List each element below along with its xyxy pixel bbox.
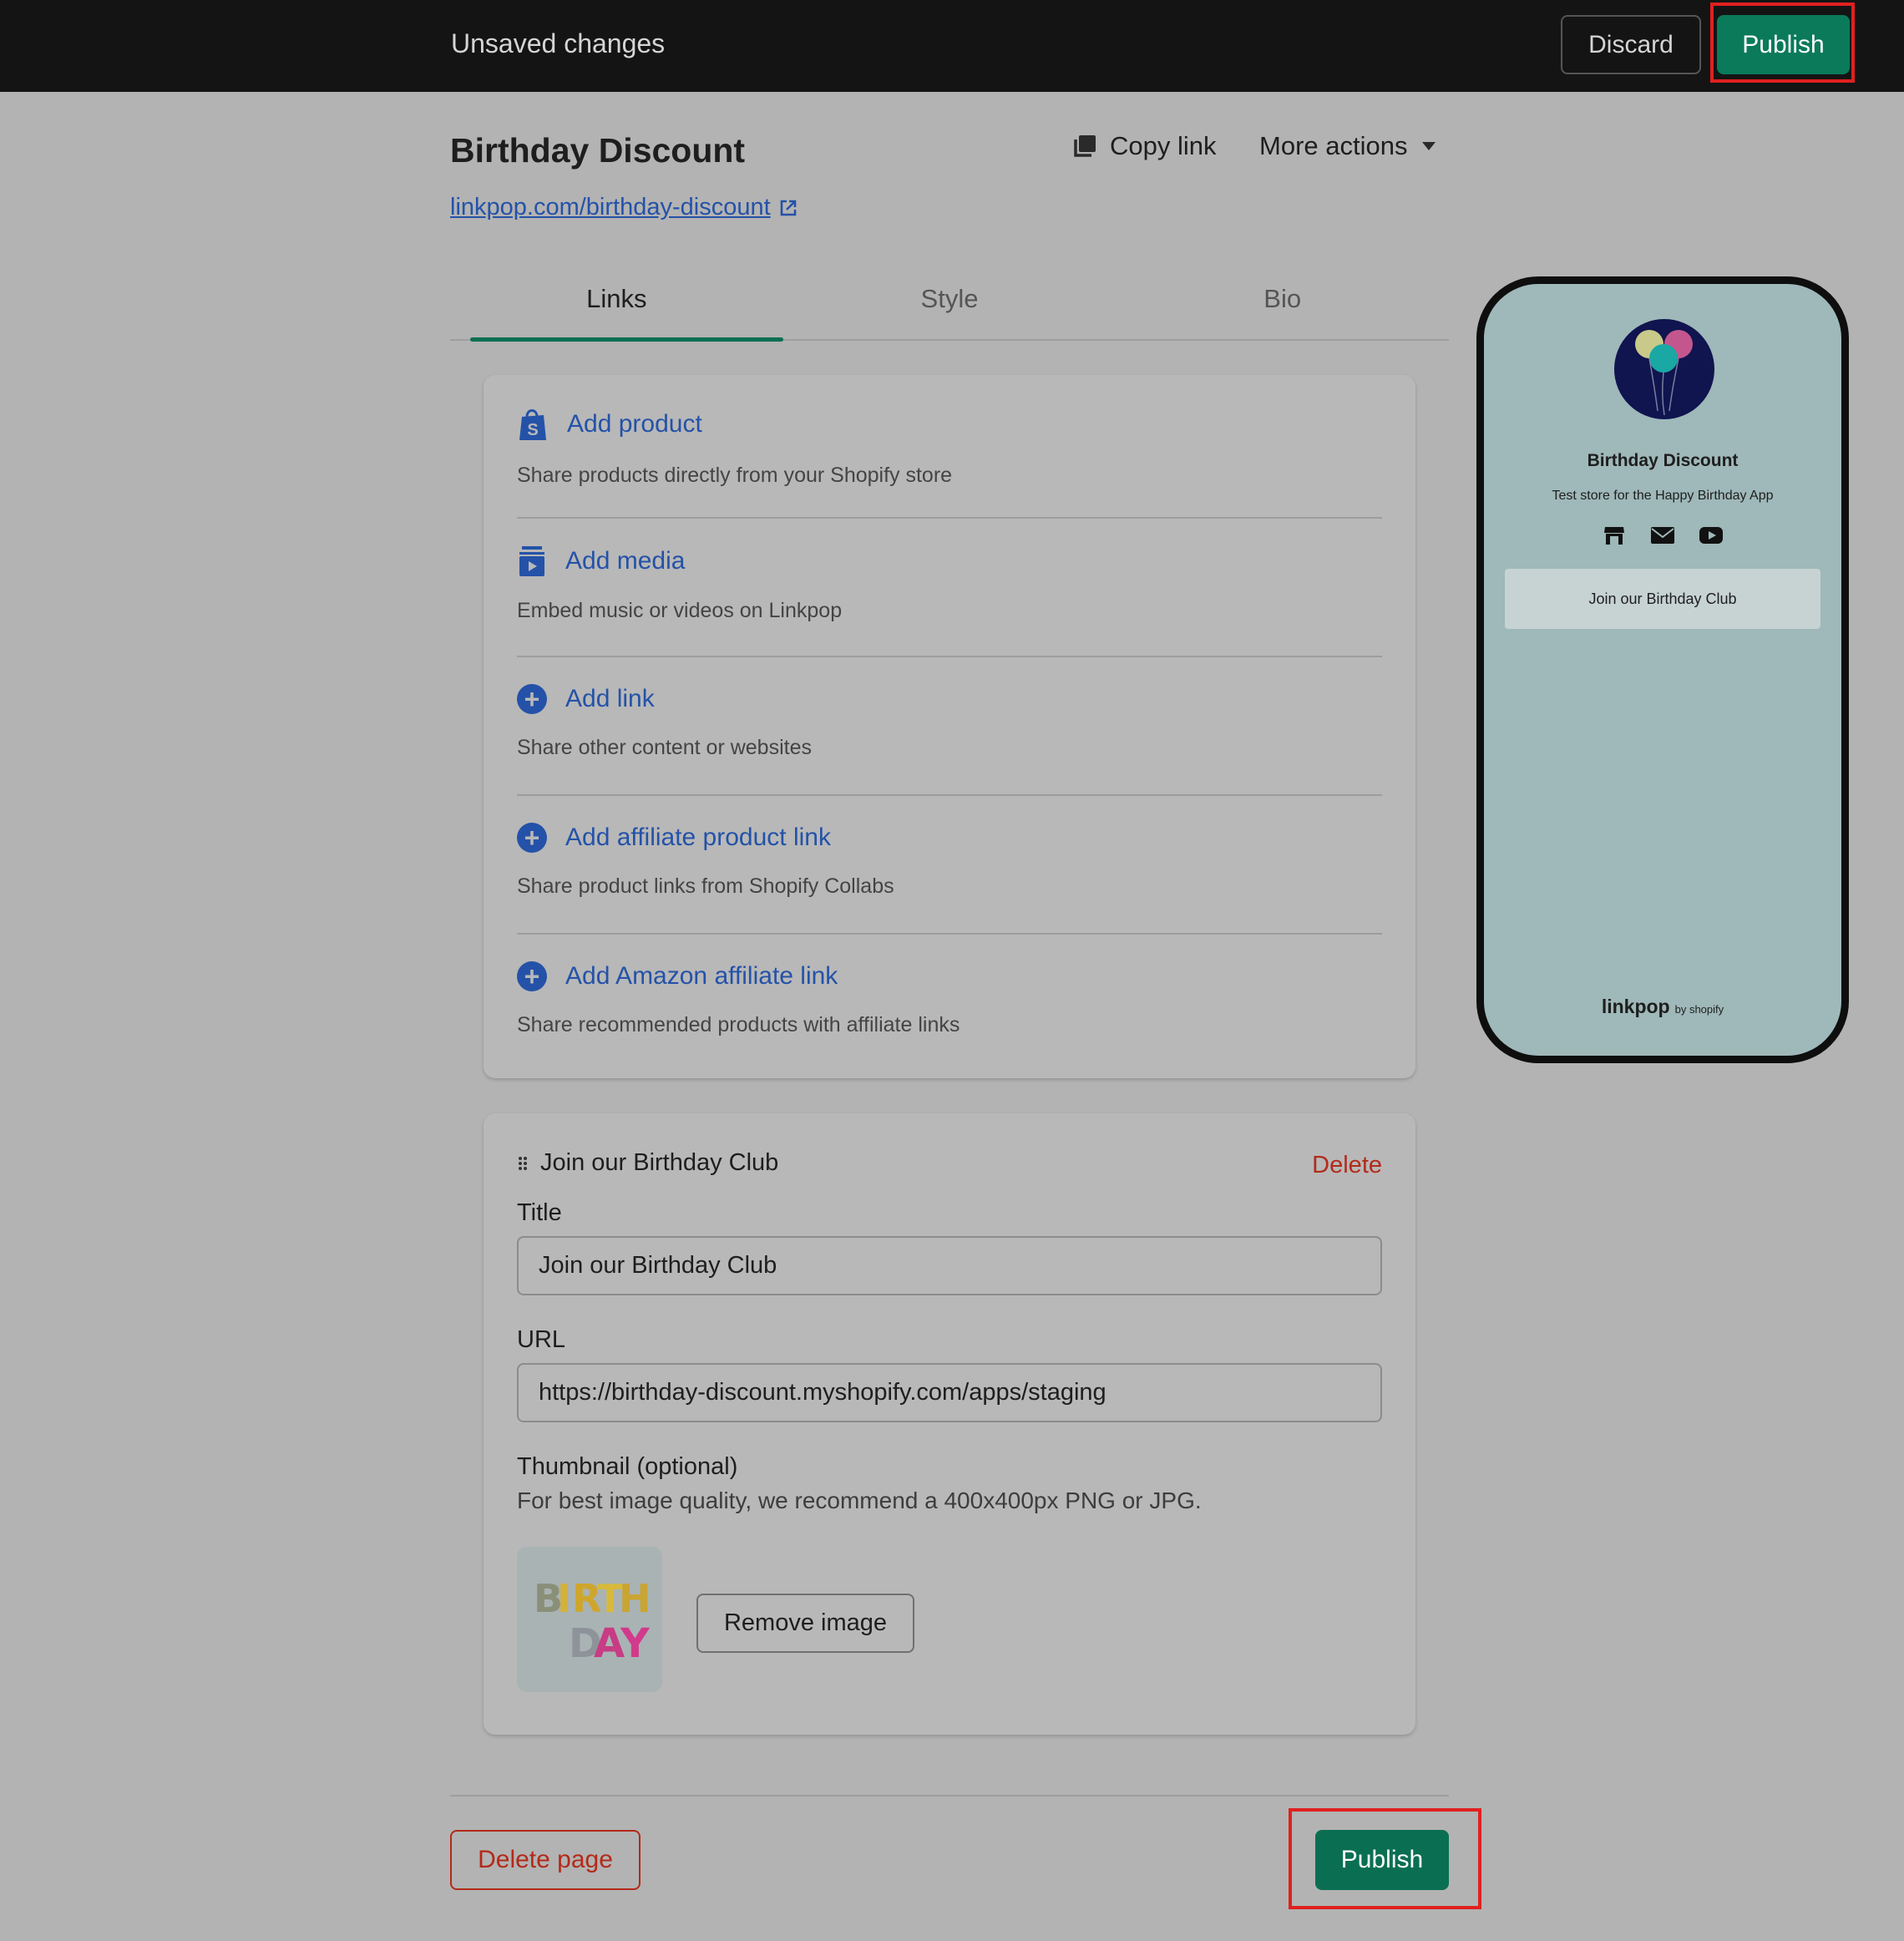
top-bar: Unsaved changes Discard Publish [0, 0, 1904, 92]
add-link-title: Add link [565, 685, 655, 712]
divider [517, 794, 1382, 796]
add-affiliate-item[interactable]: + Add affiliate product link Share produ… [517, 823, 1382, 899]
by-shopify-label: by shopify [1674, 1003, 1724, 1016]
svg-text:Y: Y [620, 1620, 651, 1665]
url-input[interactable]: https://birthday-discount.myshopify.com/… [517, 1363, 1382, 1422]
tab-links[interactable]: Links [450, 276, 783, 342]
preview-brand: linkpop by shopify [1484, 996, 1841, 1018]
add-content-card: S Add product Share products directly fr… [484, 375, 1415, 1078]
linkpop-logo: linkpop [1601, 996, 1670, 1017]
divider [517, 933, 1382, 935]
balloons-avatar-image [1635, 330, 1693, 416]
add-amazon-item[interactable]: + Add Amazon affiliate link Share recomm… [517, 961, 1382, 1037]
title-input[interactable]: Join our Birthday Club [517, 1236, 1382, 1295]
caret-down-icon [1422, 142, 1436, 150]
store-icon[interactable] [1602, 525, 1627, 546]
link-editor-card: Join our Birthday Club Delete Title Join… [484, 1113, 1415, 1735]
shopify-bag-icon: S [519, 409, 546, 440]
preview-name: Birthday Discount [1587, 451, 1739, 470]
tab-style[interactable]: Style [783, 276, 1117, 339]
tab-bio[interactable]: Bio [1116, 276, 1449, 339]
more-actions-label: More actions [1259, 131, 1408, 160]
svg-text:H: H [619, 1576, 651, 1621]
preview-link-button[interactable]: Join our Birthday Club [1505, 569, 1820, 629]
page-url-text: linkpop.com/birthday-discount [450, 194, 771, 220]
url-label: URL [517, 1326, 566, 1353]
title-label: Title [517, 1199, 562, 1226]
page-url-link[interactable]: linkpop.com/birthday-discount [450, 194, 798, 221]
unsaved-changes-title: Unsaved changes [451, 28, 666, 58]
divider [517, 517, 1382, 519]
publish-button-top[interactable]: Publish [1717, 15, 1850, 74]
footer-divider [450, 1795, 1449, 1797]
thumbnail-label: Thumbnail (optional) [517, 1453, 738, 1480]
page-title: Birthday Discount [450, 131, 746, 170]
svg-text:S: S [527, 421, 538, 439]
preview-socials [1484, 525, 1841, 546]
copy-link-button[interactable]: Copy link [1071, 131, 1217, 161]
discard-button[interactable]: Discard [1561, 15, 1701, 74]
add-product-desc: Share products directly from your Shopif… [517, 464, 953, 487]
divider [517, 656, 1382, 657]
add-media-desc: Embed music or videos on Linkpop [517, 599, 843, 622]
add-media-title: Add media [565, 547, 686, 575]
svg-text:I: I [557, 1576, 571, 1621]
remove-image-button[interactable]: Remove image [696, 1594, 914, 1653]
plus-circle-icon: + [517, 684, 547, 714]
phone-preview: Birthday Discount Test store for the Hap… [1476, 276, 1849, 1063]
birthday-balloon-letters-image: B I R T H D A Y [534, 1576, 651, 1665]
youtube-icon[interactable] [1699, 525, 1724, 546]
preview-bio: Test store for the Happy Birthday App [1552, 489, 1774, 503]
add-product-item[interactable]: S Add product Share products directly fr… [517, 407, 1382, 488]
thumbnail-image: B I R T H D A Y [517, 1547, 662, 1692]
add-product-title: Add product [567, 410, 702, 438]
preview-avatar [1614, 319, 1714, 419]
delete-link-button[interactable]: Delete [1312, 1152, 1382, 1179]
add-affiliate-desc: Share product links from Shopify Collabs [517, 874, 894, 898]
more-actions-button[interactable]: More actions [1259, 131, 1437, 161]
add-media-item[interactable]: Add media Embed music or videos on Linkp… [517, 545, 1382, 623]
publish-button-bottom[interactable]: Publish [1315, 1830, 1449, 1890]
add-amazon-title: Add Amazon affiliate link [565, 962, 838, 990]
delete-page-button[interactable]: Delete page [450, 1830, 641, 1890]
link-heading: Join our Birthday Club [517, 1149, 778, 1177]
add-link-desc: Share other content or websites [517, 736, 812, 759]
add-link-item[interactable]: + Add link Share other content or websit… [517, 684, 1382, 760]
external-link-icon [780, 200, 796, 215]
add-affiliate-title: Add affiliate product link [565, 824, 831, 851]
plus-circle-icon: + [517, 823, 547, 853]
drag-handle-icon[interactable] [517, 1155, 529, 1172]
mail-icon[interactable] [1650, 525, 1675, 546]
link-heading-text: Join our Birthday Club [540, 1149, 779, 1176]
plus-circle-icon: + [517, 961, 547, 991]
thumbnail-hint: For best image quality, we recommend a 4… [517, 1487, 1202, 1513]
tab-bar: Links Style Bio [450, 276, 1449, 342]
add-amazon-desc: Share recommended products with affiliat… [517, 1013, 960, 1036]
copy-link-label: Copy link [1110, 131, 1217, 160]
media-icon [519, 546, 544, 576]
copy-icon [1074, 135, 1096, 157]
